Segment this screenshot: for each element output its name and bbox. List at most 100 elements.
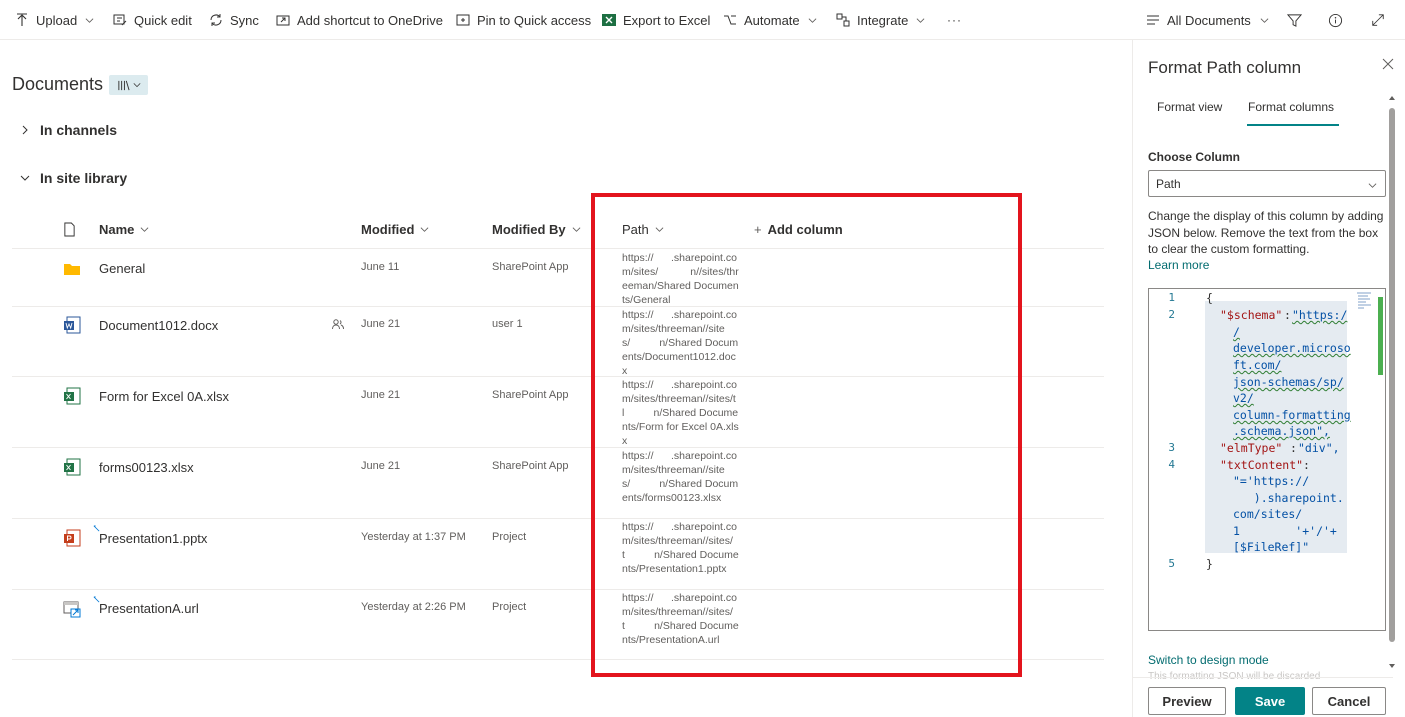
file-name[interactable]: General [99,261,145,276]
footer-divider [1133,677,1393,678]
code-txtcontent-part: com/sites/ [1233,507,1303,521]
file-name[interactable]: Document1012.docx [99,318,218,333]
code-schema-value-part: "https:/ [1292,308,1348,322]
file-type-icon [64,222,75,237]
link-file-icon [63,601,81,618]
view-switcher[interactable]: All Documents [1146,0,1269,40]
modified-date: June 21 [361,460,401,472]
add-shortcut-label: Add shortcut to OneDrive [297,12,443,28]
filter-button[interactable] [1287,0,1302,40]
library-view-button[interactable] [109,75,148,95]
integrate-button[interactable]: Integrate [836,0,925,40]
group-in-channels[interactable]: In channels [20,122,117,138]
chevron-down-icon [421,227,429,232]
line-number: 4 [1168,458,1175,471]
save-button[interactable]: Save [1235,687,1305,715]
modified-date: June 21 [361,318,401,330]
chevron-down-icon [916,17,925,23]
excel-file-icon [64,458,81,476]
chevron-down-icon [808,17,817,23]
modified-date: Yesterday at 1:37 PM [361,531,466,543]
cancel-button[interactable]: Cancel [1312,687,1386,715]
code-elmtype-value: "div", [1298,441,1340,455]
format-column-panel: Format Path column Format view Format co… [1132,40,1405,717]
file-name[interactable]: PresentationA.url [99,601,199,616]
preview-button[interactable]: Preview [1148,687,1226,715]
filter-icon [1287,13,1302,27]
quick-edit-label: Quick edit [134,12,192,28]
modified-date: June 11 [361,261,400,273]
code-txtcontent-part: 1 '+'/'+ [1233,524,1337,538]
group-in-site-library[interactable]: In site library [20,170,127,186]
json-editor[interactable]: 1 2 3 4 5 { "$schema" : "https:/ / devel… [1148,288,1386,631]
code-schema-key: "$schema" [1220,308,1283,322]
file-name[interactable]: Presentation1.pptx [99,531,207,546]
modified-by-column-header[interactable]: Modified By [492,222,581,237]
view-name: All Documents [1167,12,1251,28]
code-schema-value-part: developer.microso [1233,341,1351,355]
info-button[interactable] [1328,0,1343,40]
modified-by: Project [492,601,527,613]
sync-button[interactable]: Sync [209,0,259,40]
learn-more-link[interactable]: Learn more [1148,258,1209,272]
export-label: Export to Excel [623,12,711,28]
shared-icon [332,319,344,330]
code-schema-value-part: column-formatting [1233,408,1351,422]
more-button[interactable]: ··· [947,0,962,40]
add-shortcut-button[interactable]: Add shortcut to OneDrive [276,0,443,40]
folder-icon [64,264,80,275]
pin-button[interactable]: Pin to Quick access [456,0,591,40]
chevron-down-icon [85,17,94,23]
command-bar: Upload Quick edit Sync Add shortcut to O… [0,0,1405,40]
word-icon [64,316,81,334]
code-schema-value-part: / [1233,325,1240,339]
automate-icon [724,15,736,25]
excel-icon [602,14,616,26]
chevron-down-icon [141,227,149,232]
upload-label: Upload [36,12,78,28]
expand-button[interactable] [1371,0,1385,40]
file-name[interactable]: Form for Excel 0A.xlsx [99,389,229,404]
export-excel-button[interactable]: Export to Excel [602,0,710,40]
code-colon: : [1284,308,1291,322]
column-label: Name [99,222,135,237]
library-title: Documents [12,74,104,94]
code-brace-open: { [1206,291,1213,305]
scroll-up-icon[interactable] [1388,94,1396,102]
switch-to-design-mode-link[interactable]: Switch to design mode [1148,653,1269,667]
line-number: 1 [1168,291,1175,304]
code-schema-value-part: .schema.json", [1233,424,1330,438]
name-column-header[interactable]: Name [99,222,149,237]
sync-icon [210,14,222,26]
close-icon[interactable] [1381,57,1395,71]
file-name[interactable]: forms00123.xlsx [99,460,194,475]
modified-column-header[interactable]: Modified [361,222,429,237]
line-number: 3 [1168,441,1175,454]
tab-format-view[interactable]: Format view [1157,100,1222,114]
code-minimap[interactable] [1356,291,1374,311]
column-label: Modified By [492,222,566,237]
quick-edit-icon [113,14,127,26]
file-type-header[interactable] [63,222,76,237]
code-txtcontent-part: "='https:// [1233,474,1310,488]
help-text: Change the display of this column by add… [1148,209,1384,256]
code-txtcontent-part: [$FileRef]" [1233,540,1310,554]
chevron-right-icon [22,125,28,135]
tab-format-columns[interactable]: Format columns [1248,100,1334,114]
choose-column-select[interactable]: Path [1148,170,1386,197]
group-label: In channels [40,122,118,138]
editor-scroll-indicator[interactable] [1378,297,1383,375]
chevron-down-icon [1368,183,1377,188]
code-brace-close: } [1206,557,1213,571]
code-txtcontent-part: ).sharepoint. [1233,491,1344,505]
quick-edit-button[interactable]: Quick edit [113,0,192,40]
panel-scrollbar[interactable] [1389,108,1395,642]
automate-button[interactable]: Automate [723,0,817,40]
panel-title: Format Path column [1148,58,1302,77]
code-schema-value-part: ft.com/ [1233,358,1282,372]
integrate-label: Integrate [857,12,909,28]
scroll-down-icon[interactable] [1388,662,1396,670]
column-label: Modified [361,222,415,237]
upload-button[interactable]: Upload [15,0,94,40]
chevron-down-icon [572,227,581,232]
